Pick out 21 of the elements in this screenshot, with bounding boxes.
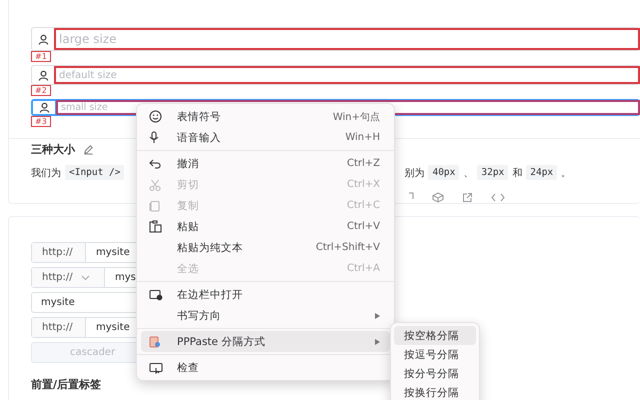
annotation-label: #3 <box>31 116 51 127</box>
prefix-label: http:// <box>42 322 73 333</box>
paragraph-text: 别为 <box>404 166 424 180</box>
annotation-label: #2 <box>31 85 51 96</box>
inline-code: <Input /> <box>65 165 124 180</box>
input-value: mysite <box>95 321 130 335</box>
section-title: 前置/后置标签 <box>31 377 102 392</box>
input-value: mysite <box>40 296 75 310</box>
input-value: mys <box>114 271 136 285</box>
inline-code: 24px <box>526 165 558 180</box>
section-title: 三种大小 <box>31 142 75 157</box>
paragraph-text: 我们为 <box>31 166 61 180</box>
paragraph-text: 、 <box>463 166 474 180</box>
paragraph-text: 。 <box>561 166 572 180</box>
annotation-label: #1 <box>31 51 51 62</box>
prefix-label: http:// <box>42 247 73 258</box>
prefix-label: http:// <box>42 272 73 283</box>
input-value: mysite <box>95 246 130 260</box>
inline-code: 40px <box>428 165 460 180</box>
paragraph-text: 和 <box>512 166 522 180</box>
inline-code: 32px <box>477 165 508 180</box>
